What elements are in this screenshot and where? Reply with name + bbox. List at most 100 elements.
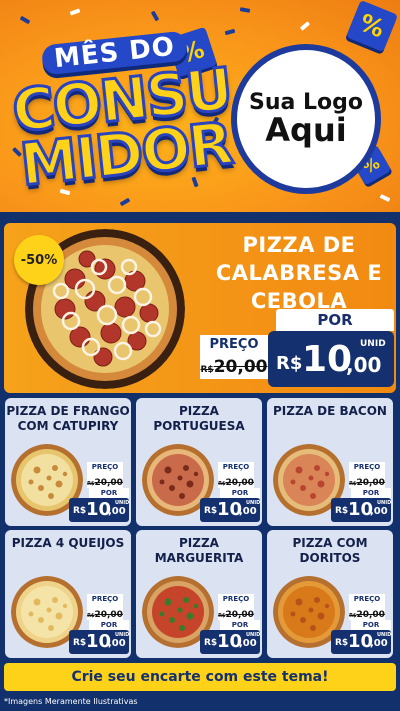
old-price-box: PREÇO R$20,00 [218,462,254,488]
product-card[interactable]: PIZZA MARGUERITA PREÇO R$20,00 POR R$ 10… [136,530,262,658]
old-price-value: 20,00 [94,610,123,620]
old-price-box: PREÇO R$20,00 [200,335,268,379]
product-title: PIZZA COM DORITOS [267,536,393,566]
product-card[interactable]: PIZZA 4 QUEIJOS PREÇO R$20,00 POR R$ 10 … [5,530,131,658]
old-price-box: PREÇO R$20,00 [349,594,385,620]
por-label: POR [89,488,129,498]
por-label: POR [220,620,260,630]
new-price-box: R$ 10 ,00 UNID [69,630,129,654]
product-card[interactable]: PIZZA COM DORITOS PREÇO R$20,00 POR R$ 1… [267,530,393,658]
unid-label: UNID [115,632,130,638]
por-label: POR [351,488,391,498]
new-price-box: R$ 10 ,00 UNID [331,630,391,654]
product-title: PIZZA DE FRANGO COM CATUPIRY [5,404,131,434]
featured-title: PIZZA DE CALABRESA E CEBOLA [204,231,394,315]
new-price-currency: R$ [335,638,349,648]
preco-label: PREÇO [200,335,268,354]
new-price-decimal: ,00 [108,638,126,649]
product-title-line: PIZZA [179,536,219,550]
old-price-value: 20,00 [356,610,385,620]
old-price-currency: R$ [200,365,214,375]
product-title: PIZZA PORTUGUESA [136,404,262,434]
confetti [69,8,81,16]
featured-title-line: PIZZA DE [242,233,356,257]
product-title-line: PIZZA [179,404,219,418]
confetti [224,28,236,36]
preco-label: PREÇO [349,594,385,605]
old-price-value: 20,00 [225,478,254,488]
campaign-title: MÊS DO CONSU MIDOR [8,30,236,200]
product-title-line: COM CATUPIRY [17,419,119,433]
confetti [150,10,160,22]
preco-label: PREÇO [218,594,254,605]
confetti [299,21,311,31]
unid-label: UNID [115,500,130,506]
new-price-box: R$ 10 ,00 UNID [200,630,260,654]
product-title-line: PIZZA DE FRANGO [6,404,130,418]
old-price: R$20,00 [87,473,123,488]
disclaimer: *Imagens Meramente Ilustrativas [4,697,138,706]
old-price-box: PREÇO R$20,00 [218,594,254,620]
new-price-decimal: ,00 [370,638,388,649]
new-price-box: R$ 10 ,00 UNID [69,498,129,522]
discount-badge: -50% [14,235,64,285]
por-label: POR [351,620,391,630]
cta-banner[interactable]: Crie seu encarte com este tema! [4,663,396,691]
old-price-box: PREÇO R$20,00 [349,462,385,488]
new-price-integer: 10 [302,339,353,380]
product-card[interactable]: PIZZA DE FRANGO COM CATUPIRY PREÇO R$20,… [5,398,131,526]
product-title-line: PORTUGUESA [153,419,245,433]
product-title: PIZZA MARGUERITA [136,536,262,566]
old-price-box: PREÇO R$20,00 [87,462,123,488]
unid-label: UNID [246,500,261,506]
preco-label: PREÇO [218,462,254,473]
old-price: R$20,00 [349,473,385,488]
new-price-decimal: ,00 [108,506,126,517]
logo-placeholder[interactable]: Sua Logo Aqui [231,44,381,194]
unid-label: UNID [377,632,392,638]
old-price: R$20,00 [218,605,254,620]
new-price-currency: R$ [276,353,303,374]
old-price-box: PREÇO R$20,00 [87,594,123,620]
new-price-decimal: ,00 [346,353,382,377]
new-price-currency: R$ [204,506,218,516]
product-title-line: MARGUERITA [154,551,244,565]
preco-label: PREÇO [87,594,123,605]
new-price-box: R$ 10 ,00 UNID [331,498,391,522]
new-price-box: R$ 10 ,00 UNID [200,498,260,522]
old-price: R$20,00 [200,354,268,379]
preco-label: PREÇO [349,462,385,473]
confetti [19,15,31,25]
featured-offer[interactable]: -50% PIZZA DE CALABRESA E CEBOLA POR PRE… [4,223,396,393]
por-label: POR [220,488,260,498]
old-price: R$20,00 [87,605,123,620]
header-banner: % % % MÊS DO CONSU MIDOR Sua Logo Aqui [0,0,400,212]
por-label: POR [89,620,129,630]
product-card[interactable]: PIZZA DE BACON PREÇO R$20,00 POR R$ 10 ,… [267,398,393,526]
old-price-value: 20,00 [94,478,123,488]
product-title-line: DORITOS [299,551,361,565]
product-title-line: PIZZA COM [292,536,368,550]
new-price-currency: R$ [204,638,218,648]
preco-label: PREÇO [87,462,123,473]
confetti [379,194,391,202]
old-price: R$20,00 [349,605,385,620]
product-card[interactable]: PIZZA PORTUGUESA PREÇO R$20,00 POR R$ 10… [136,398,262,526]
new-price-currency: R$ [73,638,87,648]
new-price-currency: R$ [335,506,349,516]
new-price-currency: R$ [73,506,87,516]
product-title: PIZZA DE BACON [267,404,393,419]
product-title: PIZZA 4 QUEIJOS [5,536,131,551]
featured-title-line: CALABRESA E [215,261,383,285]
product-title-line: PIZZA DE BACON [273,404,387,418]
unid-label: UNID [360,339,386,349]
old-price-value: 20,00 [356,478,385,488]
old-price-value: 20,00 [213,357,268,377]
old-price-value: 20,00 [225,610,254,620]
confetti [239,7,251,13]
new-price-decimal: ,00 [370,506,388,517]
old-price: R$20,00 [218,473,254,488]
logo-text-line2: Aqui [265,110,347,149]
confetti [119,197,131,207]
por-label: POR [276,309,394,331]
